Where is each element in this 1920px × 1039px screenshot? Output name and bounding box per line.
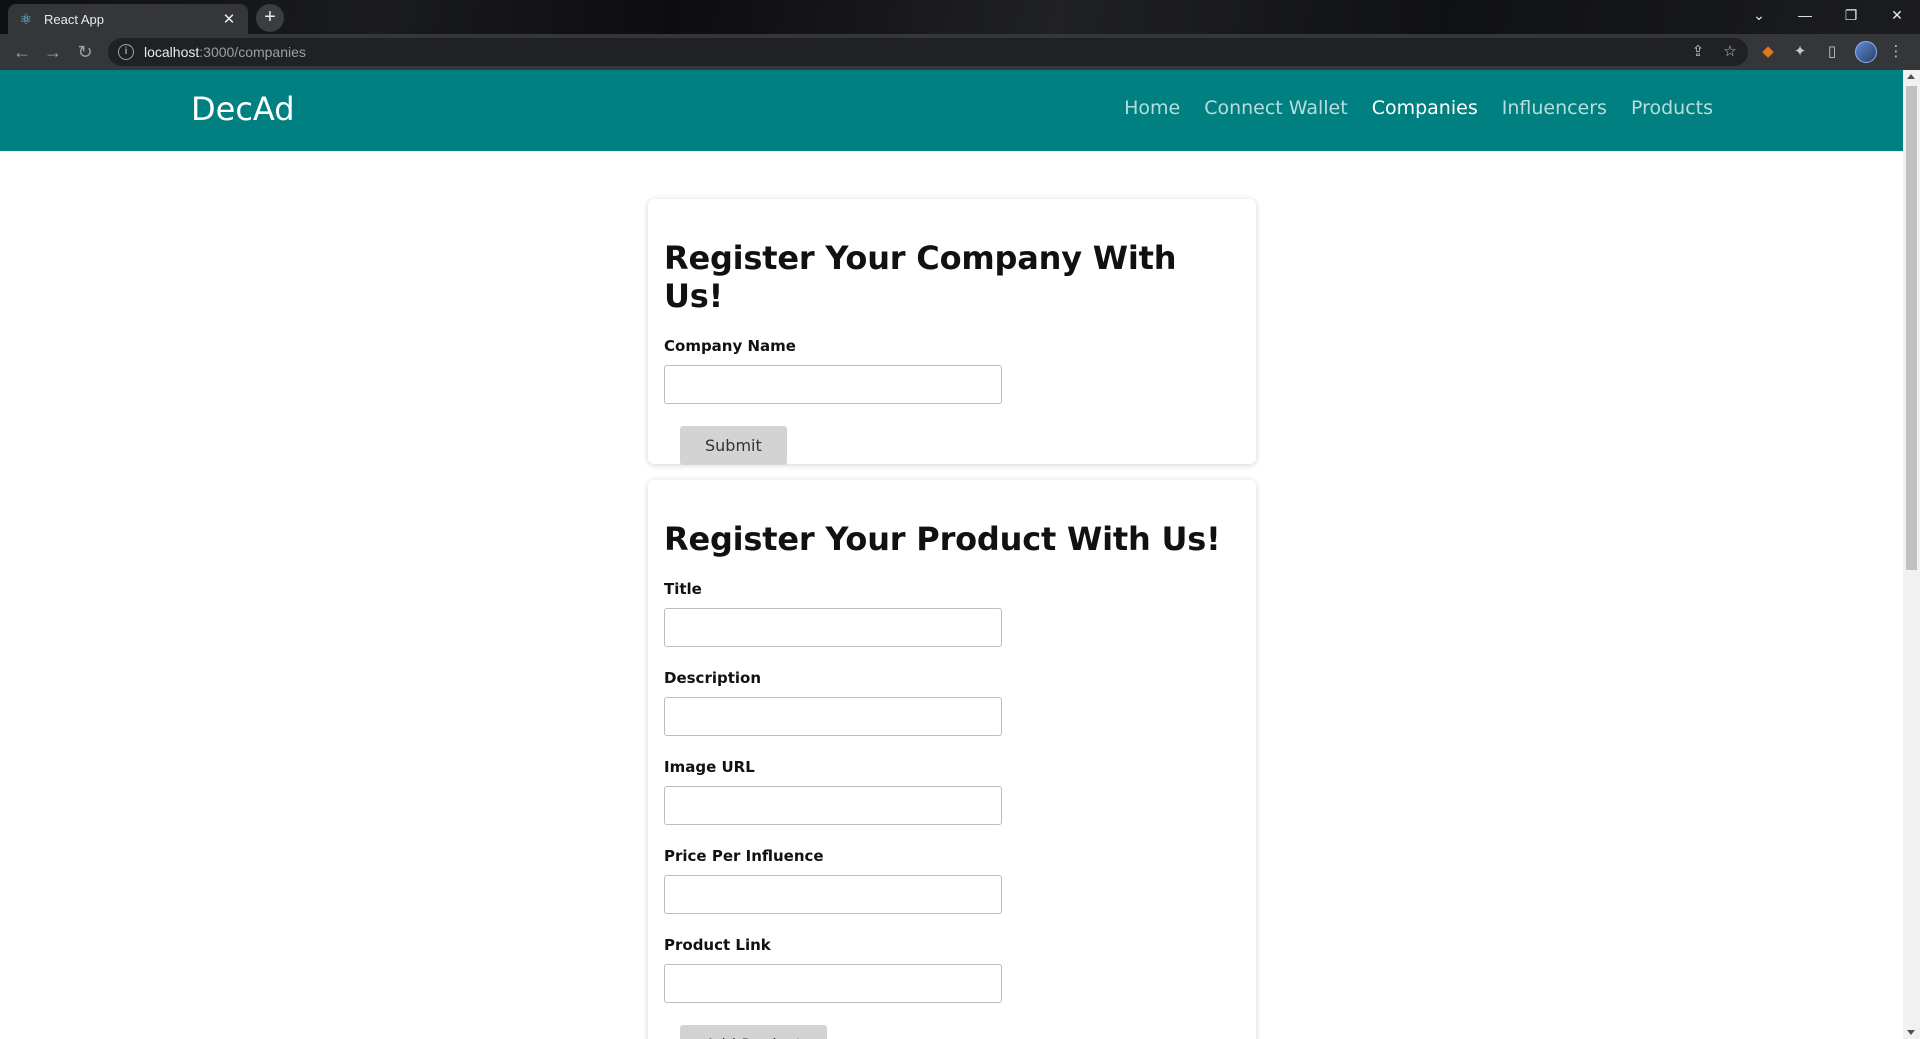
restore-button[interactable]: ❐ — [1828, 0, 1874, 30]
description-input[interactable] — [664, 697, 1002, 736]
react-icon: ⚛ — [19, 11, 33, 27]
tab-search-icon[interactable]: ⌄ — [1736, 0, 1782, 30]
browser-tab[interactable]: ⚛ React App ✕ — [8, 4, 248, 34]
company-form-heading: Register Your Company With Us! — [664, 239, 1177, 315]
nav-home[interactable]: Home — [1124, 97, 1180, 119]
browser-menu-icon[interactable]: ⋮ — [1886, 42, 1906, 62]
url-path: :3000/companies — [199, 44, 306, 60]
product-link-label: Product Link — [664, 936, 771, 954]
company-name-label: Company Name — [664, 337, 796, 355]
browser-toolbar: ← → ↻ i localhost:3000/companies ⇪ ☆ ◆ ✦… — [0, 34, 1920, 70]
site-info-icon[interactable]: i — [118, 44, 134, 60]
extensions-puzzle-icon[interactable]: ✦ — [1790, 42, 1810, 62]
url-host: localhost — [144, 44, 200, 60]
minimize-button[interactable]: — — [1782, 0, 1828, 30]
nav-companies[interactable]: Companies — [1372, 97, 1478, 119]
product-form-heading: Register Your Product With Us! — [664, 520, 1221, 558]
bookmark-star-icon[interactable]: ☆ — [1720, 42, 1740, 62]
nav-connect-wallet[interactable]: Connect Wallet — [1204, 97, 1348, 119]
scroll-up-arrow-icon[interactable] — [1907, 74, 1915, 79]
company-name-input[interactable] — [664, 365, 1002, 404]
tab-title: React App — [44, 11, 104, 27]
share-icon[interactable]: ⇪ — [1688, 42, 1708, 62]
submit-button[interactable]: Submit — [680, 426, 787, 465]
nav-links: Home Connect Wallet Companies Influencer… — [1124, 97, 1713, 119]
page-scrollbar[interactable] — [1903, 70, 1920, 1039]
browser-tab-strip: ⚛ React App ✕ + ⌄ — ❐ ✕ — [0, 0, 1920, 34]
nav-products[interactable]: Products — [1631, 97, 1713, 119]
back-icon[interactable]: ← — [8, 38, 36, 66]
add-product-button[interactable]: Add Product — [680, 1025, 827, 1039]
price-per-influence-label: Price Per Influence — [664, 847, 824, 865]
brand-logo[interactable]: DecAd — [191, 90, 295, 128]
title-input[interactable] — [664, 608, 1002, 647]
profile-avatar[interactable] — [1855, 41, 1877, 63]
scroll-down-arrow-icon[interactable] — [1907, 1030, 1915, 1035]
address-bar[interactable]: i localhost:3000/companies — [108, 38, 1748, 66]
product-registration-card: Register Your Product With Us! Title Des… — [648, 480, 1256, 1039]
image-url-input[interactable] — [664, 786, 1002, 825]
site-navbar: DecAd Home Connect Wallet Companies Infl… — [0, 70, 1903, 151]
scroll-thumb[interactable] — [1906, 86, 1917, 570]
description-label: Description — [664, 669, 762, 687]
tab-close-icon[interactable]: ✕ — [220, 10, 238, 28]
title-label: Title — [664, 580, 702, 598]
page-viewport: DecAd Home Connect Wallet Companies Infl… — [0, 70, 1903, 1039]
company-registration-card: Register Your Company With Us! Company N… — [648, 199, 1256, 465]
product-link-input[interactable] — [664, 964, 1002, 1003]
new-tab-button[interactable]: + — [256, 4, 284, 32]
image-url-label: Image URL — [664, 758, 755, 776]
close-window-button[interactable]: ✕ — [1874, 0, 1920, 30]
reload-icon[interactable]: ↻ — [71, 38, 99, 66]
price-per-influence-input[interactable] — [664, 875, 1002, 914]
metamask-fox-icon[interactable]: ◆ — [1758, 42, 1778, 62]
side-panel-icon[interactable]: ▯ — [1822, 42, 1842, 62]
nav-influencers[interactable]: Influencers — [1502, 97, 1607, 119]
forward-icon[interactable]: → — [39, 38, 67, 66]
